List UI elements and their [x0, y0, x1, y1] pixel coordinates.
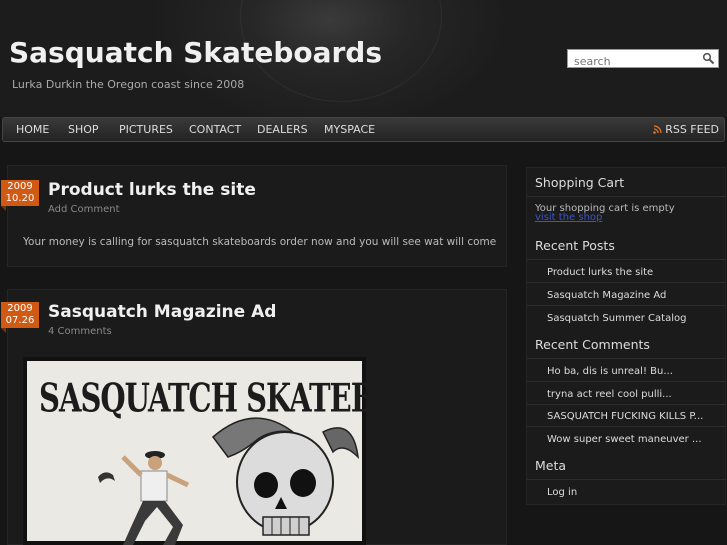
post-content: Your money is calling for sasquatch skat… — [23, 236, 497, 248]
nav-dealers[interactable]: DEALERS — [257, 123, 308, 136]
divider — [527, 404, 725, 405]
recent-post-link[interactable]: Sasquatch Magazine Ad — [547, 290, 666, 301]
divider — [527, 196, 725, 197]
recent-posts-title: Recent Posts — [535, 238, 615, 253]
post-comments-link[interactable]: 4 Comments — [48, 326, 112, 337]
post-comments-link[interactable]: Add Comment — [48, 204, 120, 215]
nav-contact[interactable]: CONTACT — [189, 123, 241, 136]
visit-shop-link[interactable]: visit the shop — [535, 212, 602, 223]
recent-comment-link[interactable]: tryna act reel cool pulli... — [547, 389, 672, 400]
divider — [527, 358, 725, 359]
divider — [527, 282, 725, 283]
post-date-badge: 2009 10.20 — [1, 180, 39, 211]
site-description: Lurka Durkin the Oregon coast since 2008 — [12, 78, 245, 91]
meta-widget-title: Meta — [535, 458, 567, 473]
divider — [527, 479, 725, 480]
recent-comment-link[interactable]: Wow super sweet maneuver ... — [547, 434, 702, 445]
site-header: Sasquatch Skateboards Lurka Durkin the O… — [0, 0, 727, 117]
search-input[interactable] — [568, 53, 702, 70]
recent-comment-link[interactable]: SASQUATCH FUCKING KILLS P... — [547, 411, 703, 422]
post-date-day: 10.20 — [5, 193, 35, 204]
post-date-badge: 2009 07.26 — [1, 302, 39, 333]
search-box — [567, 49, 719, 70]
divider — [527, 259, 725, 260]
divider — [527, 381, 725, 382]
cart-widget-title: Shopping Cart — [535, 175, 625, 190]
nav-shop[interactable]: SHOP — [68, 123, 99, 136]
ad-headline: SASQUATCH SKATEBOARDS — [39, 375, 366, 421]
rss-icon — [653, 125, 662, 134]
recent-comment-link[interactable]: Ho ba, dis is unreal! Bu... — [547, 366, 673, 377]
recent-post-link[interactable]: Sasquatch Summer Catalog — [547, 313, 686, 324]
magazine-ad-image: SASQUATCH SKATEBOARDS — [23, 357, 366, 545]
rss-label: RSS FEED — [665, 123, 719, 136]
search-icon[interactable] — [702, 52, 715, 65]
post-date-day: 07.26 — [5, 315, 35, 326]
rss-feed-link[interactable]: RSS FEED — [653, 123, 719, 136]
post-date-year: 2009 — [7, 303, 33, 314]
nav-home[interactable]: HOME — [16, 123, 49, 136]
nav-myspace[interactable]: MYSPACE — [324, 123, 375, 136]
nav-pictures[interactable]: PICTURES — [119, 123, 173, 136]
recent-comments-title: Recent Comments — [535, 337, 650, 352]
login-link[interactable]: Log in — [547, 487, 577, 498]
recent-post-link[interactable]: Product lurks the site — [547, 267, 653, 278]
post-title[interactable]: Product lurks the site — [48, 180, 256, 200]
main-nav: HOME SHOP PICTURES CONTACT DEALERS MYSPA… — [2, 117, 725, 142]
divider — [527, 305, 725, 306]
sidebar: Shopping Cart Your shopping cart is empt… — [526, 167, 726, 505]
post-date-year: 2009 — [7, 181, 33, 192]
post-title[interactable]: Sasquatch Magazine Ad — [48, 302, 276, 322]
site-title[interactable]: Sasquatch Skateboards — [9, 36, 382, 69]
divider — [527, 426, 725, 427]
